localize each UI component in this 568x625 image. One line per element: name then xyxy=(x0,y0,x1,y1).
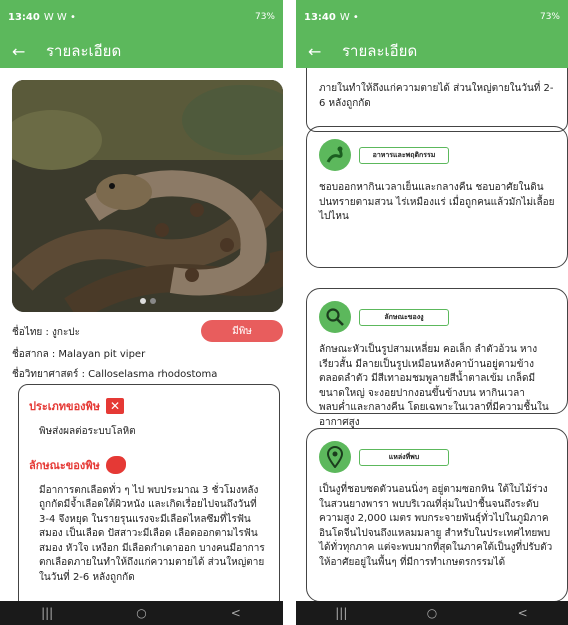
food-label: อาหารและพฤติกรรม xyxy=(359,146,449,164)
status-time: 13:40 xyxy=(304,11,336,23)
snake-icon xyxy=(319,139,351,171)
system-back-button[interactable]: < xyxy=(503,606,543,620)
habitat-label: แหล่งที่พบ xyxy=(359,448,449,466)
battery-level: 73% xyxy=(254,12,275,22)
habitat-text: เป็นงูที่ชอบซดตัวนอนนิ่งๆ อยู่ตามซอกหิน … xyxy=(319,484,553,568)
status-bar: 13:40 W • 73% xyxy=(296,0,568,34)
blood-drop-icon xyxy=(105,455,126,474)
recent-apps-button[interactable]: ||| xyxy=(27,606,67,620)
symptoms-heading: ลักษณะของพิษ xyxy=(29,455,269,474)
battery-level: 73% xyxy=(539,12,560,22)
venom-type-heading: ประเภทของพิษ ✕ xyxy=(29,397,269,415)
home-button[interactable]: ○ xyxy=(412,606,452,620)
back-arrow-icon[interactable]: ← xyxy=(308,42,332,61)
app-bar: ← รายละเอียด xyxy=(296,34,568,68)
system-nav-bar: ||| ○ < xyxy=(296,601,568,625)
snake-photo[interactable] xyxy=(12,80,283,312)
appearance-card: ลักษณะของงู ลักษณะหัวเป็นรูปสามเหลี่ยม ค… xyxy=(306,288,568,428)
location-pin-icon xyxy=(319,441,351,473)
page-title: รายละเอียด xyxy=(342,42,418,60)
food-header: อาหารและพฤติกรรม xyxy=(319,139,555,171)
magnifier-icon xyxy=(319,301,351,333)
appearance-text: ลักษณะหัวเป็นรูปสามเหลี่ยม คอเล็ก ลำตัวอ… xyxy=(319,344,549,428)
symptoms-text: มีอาการตกเลือดทั่ว ๆ ไป พบประมาณ 3 ชั่วโ… xyxy=(39,484,265,583)
system-back-button[interactable]: < xyxy=(216,606,256,620)
symptoms-title: ลักษณะของพิษ xyxy=(29,458,100,472)
common-name: ชื่อสากล : Malayan pit viper xyxy=(12,349,146,360)
venom-badge: มีพิษ xyxy=(201,320,283,342)
symptoms-continued-card: ภายในทำให้ถึงแก่ความตายได้ ส่วนใหญ่ตายใน… xyxy=(306,68,568,132)
recent-apps-button[interactable]: ||| xyxy=(321,606,361,620)
food-text: ชอบออกหากินเวลาเย็นและกลางคืน ชอบอาศัยใน… xyxy=(319,182,555,222)
scientific-name: ชื่อวิทยาศาสตร์ : Calloselasma rhodostom… xyxy=(12,369,218,380)
right-screen: 13:40 W • 73% ← รายละเอียด ภายในทำให้ถึง… xyxy=(296,0,568,625)
home-button[interactable]: ○ xyxy=(121,606,161,620)
habitat-card: แหล่งที่พบ เป็นงูที่ชอบซดตัวนอนนิ่งๆ อยู… xyxy=(306,428,568,602)
close-x-icon: ✕ xyxy=(106,398,125,414)
snake-image xyxy=(12,80,283,312)
venom-type-text: พิษส่งผลต่อระบบโลหิต xyxy=(39,426,136,437)
status-app-icons: W W • xyxy=(43,11,76,23)
system-nav-bar: ||| ○ < xyxy=(0,601,283,625)
venom-info-card: ประเภทของพิษ ✕ พิษส่งผลต่อระบบโลหิต ลักษ… xyxy=(18,384,280,614)
thai-name: ชื่อไทย : งูกะปะ xyxy=(12,327,81,338)
status-time: 13:40 xyxy=(8,11,40,23)
page-title: รายละเอียด xyxy=(46,42,122,60)
appearance-label: ลักษณะของงู xyxy=(359,308,449,326)
status-bar: 13:40 W W • 73% xyxy=(0,0,283,34)
symptoms-continued-text: ภายในทำให้ถึงแก่ความตายได้ ส่วนใหญ่ตายใน… xyxy=(319,83,554,109)
appearance-header: ลักษณะของงู xyxy=(319,301,555,333)
carousel-dots xyxy=(139,298,156,304)
left-screen: 13:40 W W • 73% ← รายละเอียด ชื่อไทย : ง… xyxy=(0,0,283,625)
back-arrow-icon[interactable]: ← xyxy=(12,42,36,61)
status-app-icons: W • xyxy=(339,11,359,23)
habitat-header: แหล่งที่พบ xyxy=(319,441,555,473)
food-behavior-card: อาหารและพฤติกรรม ชอบออกหากินเวลาเย็นและก… xyxy=(306,126,568,268)
app-bar: ← รายละเอียด xyxy=(0,34,283,68)
venom-type-title: ประเภทของพิษ xyxy=(29,400,101,413)
